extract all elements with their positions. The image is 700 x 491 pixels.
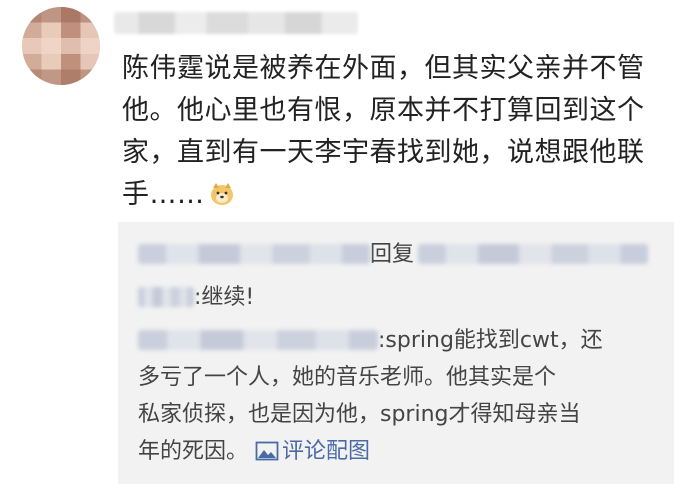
replier-name-blurred[interactable] (138, 244, 370, 264)
comment-line: 陈伟霆说是被养在外面，但其实父亲并不管 (122, 53, 645, 84)
comment-line: 手…… (122, 179, 205, 210)
comment-line: 他。他心里也有恨，原本并不打算回到这个 (122, 95, 645, 126)
reply-2-line-last: 年的死因。 评论配图 (138, 435, 370, 469)
picture-icon (255, 441, 279, 461)
reply-2-line: 多亏了一个人，她的音乐老师。他其实是个 (138, 365, 557, 390)
reply-2-text: 年的死因。 (138, 439, 249, 464)
reply-2-text: :spring能找到cwt，还 (378, 328, 603, 353)
reply-1-body: :继续! (138, 281, 254, 315)
comment-line: 家，直到有一天李宇春找到她，说想跟他联 (122, 137, 645, 168)
replier-name-blurred[interactable] (138, 330, 378, 350)
reply-verb: 回复 (370, 242, 415, 267)
username-blurred[interactable] (114, 12, 358, 34)
comment-image-label: 评论配图 (282, 439, 371, 464)
reply-1-header: 回复 (138, 238, 649, 272)
reply-1-text: :继续! (194, 285, 255, 310)
reply-2-line: :spring能找到cwt，还 (138, 324, 603, 358)
comment-line-last: 手…… (122, 174, 667, 216)
reply-2-line: 私家侦探，也是因为他，spring才得知母亲当 (138, 402, 581, 427)
doge-emoji-icon (210, 183, 233, 205)
reply-target-name-blurred[interactable] (138, 287, 194, 307)
reply-target-name-blurred[interactable] (418, 244, 649, 264)
comment-image-link[interactable]: 评论配图 (255, 439, 370, 464)
comment-text: 陈伟霆说是被养在外面，但其实父亲并不管 他。他心里也有恨，原本并不打算回到这个 … (122, 48, 667, 216)
avatar[interactable] (22, 7, 100, 85)
